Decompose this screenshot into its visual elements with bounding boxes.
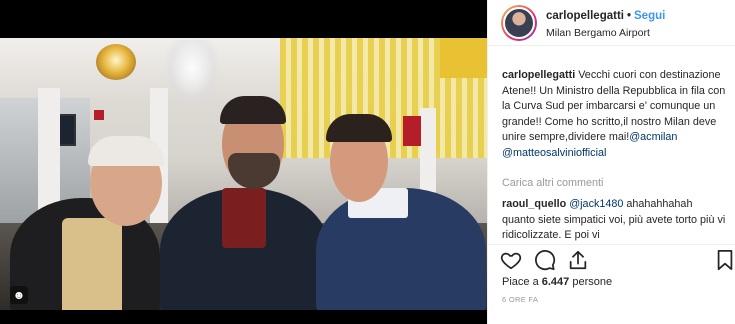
likes-prefix: Piace a bbox=[502, 276, 542, 288]
post-timestamp: 6 ORE FA bbox=[502, 295, 539, 304]
photo-yellow-panel bbox=[440, 38, 487, 78]
likes-count[interactable]: Piace a 6.447 persone bbox=[502, 276, 612, 288]
location-link[interactable]: Milan Bergamo Airport bbox=[546, 27, 650, 39]
avatar[interactable] bbox=[501, 5, 537, 41]
photo-crystal-chandelier bbox=[162, 40, 222, 110]
photo-panel: ☻ bbox=[0, 0, 487, 324]
post-photo[interactable] bbox=[0, 38, 487, 310]
photo-chandelier bbox=[96, 44, 136, 80]
user-tag-icon[interactable]: ☻ bbox=[10, 286, 28, 304]
heart-icon[interactable] bbox=[500, 249, 522, 271]
photo-beard bbox=[228, 153, 280, 189]
post-caption: carlopellegatti Vecchi cuori con destina… bbox=[502, 68, 730, 161]
post-sidebar: carlopellegatti • Segui Milan Bergamo Airp… bbox=[487, 0, 735, 324]
comment-username[interactable]: raoul_quello bbox=[502, 198, 566, 210]
photo-sweater bbox=[62, 218, 122, 310]
comment-bubble-icon[interactable] bbox=[534, 249, 556, 271]
mention-link[interactable]: @matteosalviniofficial bbox=[502, 147, 606, 159]
caption-username[interactable]: carlopellegatti bbox=[502, 69, 575, 81]
mention-link[interactable]: @jack1480 bbox=[569, 198, 623, 210]
share-icon[interactable] bbox=[567, 249, 589, 271]
photo-hair bbox=[220, 96, 286, 124]
separator-dot: • bbox=[626, 10, 631, 22]
action-bar bbox=[488, 244, 735, 274]
post-author: carlopellegatti • Segui bbox=[546, 10, 665, 22]
photo-hair bbox=[326, 114, 392, 142]
bookmark-icon[interactable] bbox=[716, 249, 734, 271]
photo-hair bbox=[88, 136, 164, 166]
follow-button[interactable]: Segui bbox=[634, 10, 665, 22]
post-header: carlopellegatti • Segui Milan Bergamo Airp… bbox=[488, 0, 735, 46]
load-more-comments[interactable]: Carica altri commenti bbox=[502, 177, 603, 189]
photo-red-sign bbox=[94, 110, 104, 120]
mention-link[interactable]: @acmilan bbox=[629, 131, 677, 143]
avatar-image bbox=[503, 7, 535, 39]
likes-suffix: persone bbox=[569, 276, 613, 288]
photo-scarf bbox=[222, 188, 266, 248]
author-username-link[interactable]: carlopellegatti bbox=[546, 10, 624, 22]
photo-red-sign bbox=[403, 116, 421, 146]
likes-number: 6.447 bbox=[541, 276, 570, 288]
comment-item: raoul_quello @jack1480 ahahahhahah quant… bbox=[502, 197, 728, 243]
instagram-post-view: ☻ carlopellegatti • Segui Milan Bergamo Ai… bbox=[0, 0, 735, 324]
